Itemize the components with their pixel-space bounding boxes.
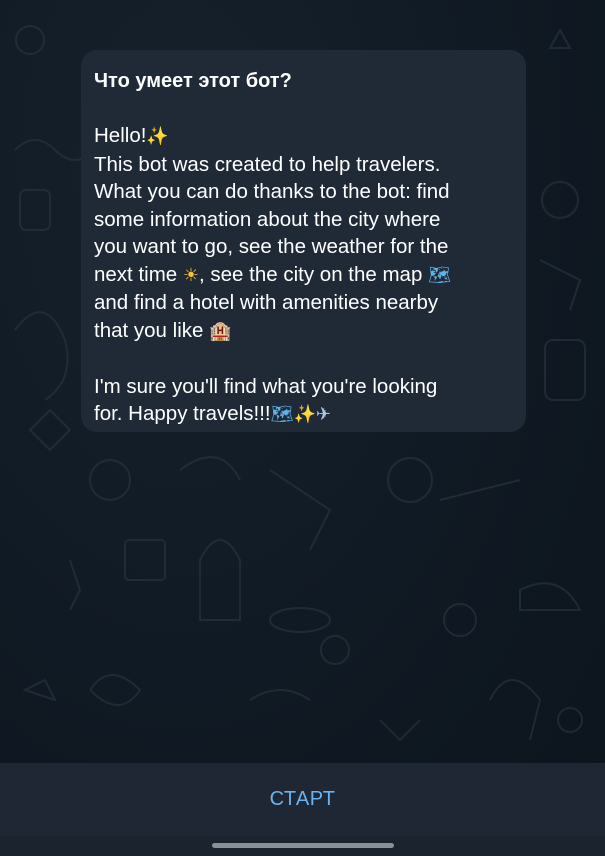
hotel-icon: 🏨	[209, 320, 232, 342]
description-line-5b: , see the city on the map	[199, 262, 429, 286]
sun-icon: ☀	[182, 264, 200, 286]
description-line-3: some information about the city where	[94, 207, 441, 231]
bottom-bar: СТАРТ	[0, 763, 605, 836]
airplane-icon: ✈	[315, 404, 331, 425]
home-indicator[interactable]	[212, 843, 394, 848]
chat-screen: Что умеет этот бот? Hello!✨ This bot was…	[0, 0, 605, 856]
closing-line-2: for. Happy travels!!!	[94, 402, 271, 425]
map-icon: 🗺	[428, 264, 451, 286]
start-button[interactable]: СТАРТ	[230, 778, 376, 821]
description-line-4: you want to go, see the weather for the	[94, 235, 449, 258]
sparkles-icon: ✨	[293, 404, 316, 425]
bot-description: Hello!✨ This bot was created to help tra…	[94, 122, 514, 429]
map-icon: 🗺	[270, 404, 294, 425]
description-line-5a: next time	[94, 262, 183, 286]
greeting-text: Hello!	[94, 124, 147, 147]
description-line-1: This bot was created to help travelers.	[94, 152, 441, 176]
description-line-2: What you can do thanks to the bot: find	[94, 180, 450, 203]
sparkles-icon: ✨	[146, 126, 169, 147]
description-line-7: that you like	[94, 318, 210, 342]
bot-info-title: Что умеет этот бот?	[94, 70, 292, 92]
description-line-6: and find a hotel with amenities nearby	[94, 291, 439, 314]
closing-line-1: I'm sure you'll find what you're looking	[94, 374, 438, 398]
bot-info-bubble: Что умеет этот бот? Hello!✨ This bot was…	[81, 50, 526, 432]
